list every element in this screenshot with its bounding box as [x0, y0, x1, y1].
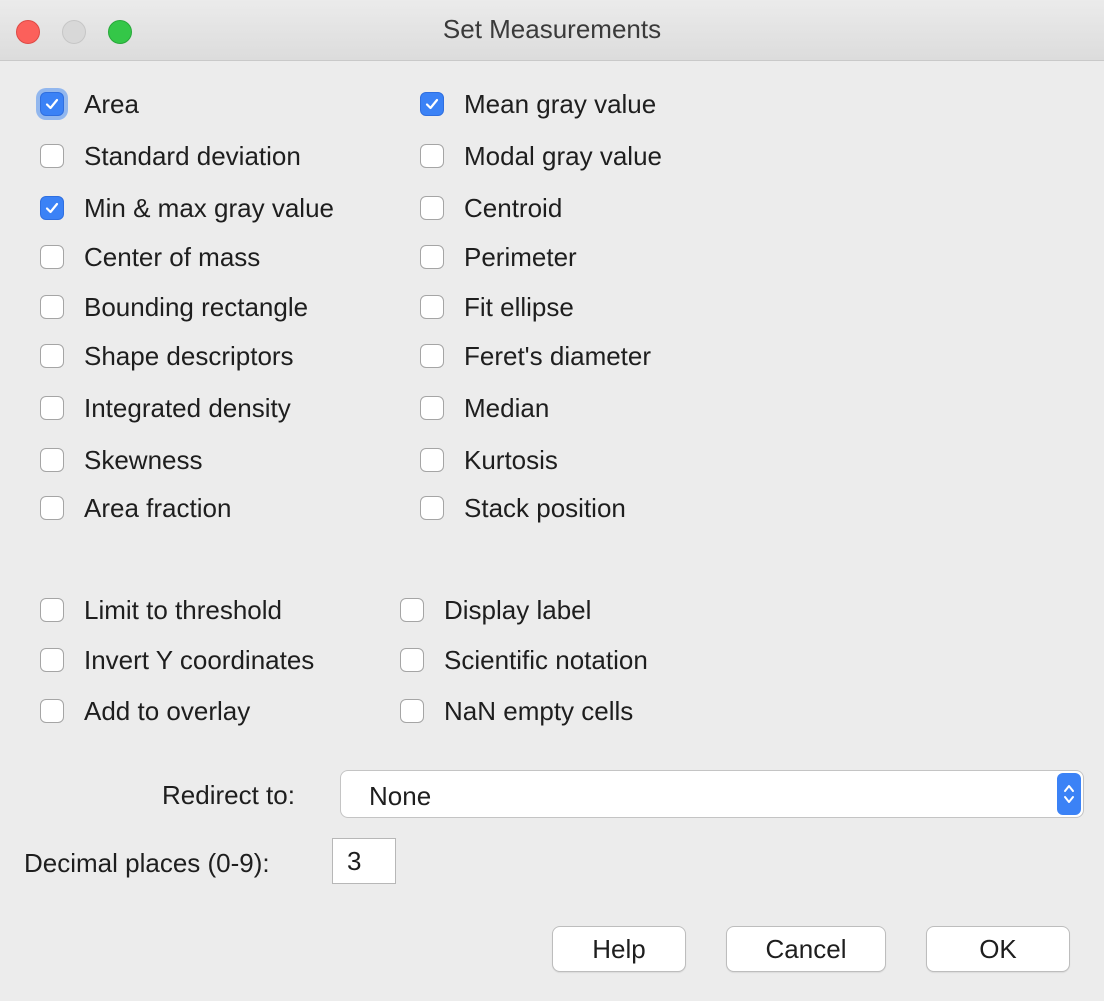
checkbox-display-label[interactable]: Display label — [400, 590, 591, 630]
checkbox-box[interactable] — [40, 295, 64, 319]
checkbox-label: Skewness — [84, 444, 203, 475]
checkbox-box[interactable] — [400, 699, 424, 723]
checkbox-modal-gray-value[interactable]: Modal gray value — [420, 136, 662, 176]
help-button[interactable]: Help — [552, 926, 686, 972]
checkbox-invert-y-coordinates[interactable]: Invert Y coordinates — [40, 640, 314, 680]
checkbox-box[interactable] — [420, 496, 444, 520]
checkbox-box[interactable] — [420, 396, 444, 420]
checkbox-label: Area — [84, 88, 139, 119]
checkbox-label: Mean gray value — [464, 88, 657, 119]
checkbox-label: Modal gray value — [464, 140, 662, 171]
checkbox-integrated-density[interactable]: Integrated density — [40, 388, 291, 428]
checkbox-label: Limit to threshold — [84, 594, 282, 625]
checkbox-shape-descriptors[interactable]: Shape descriptors — [40, 336, 294, 376]
set-measurements-dialog: Set Measurements Area Standard deviation… — [0, 0, 1104, 1001]
checkbox-label: Perimeter — [464, 241, 577, 272]
checkbox-label: Min & max gray value — [84, 192, 334, 223]
checkbox-box[interactable] — [40, 496, 64, 520]
checkbox-box[interactable] — [400, 648, 424, 672]
checkbox-fit-ellipse[interactable]: Fit ellipse — [420, 287, 574, 327]
checkbox-box[interactable] — [420, 245, 444, 269]
checkbox-box[interactable] — [40, 245, 64, 269]
checkbox-label: Display label — [444, 594, 592, 625]
cancel-button[interactable]: Cancel — [726, 926, 886, 972]
checkbox-label: Stack position — [464, 492, 626, 523]
redirect-select[interactable]: None — [340, 770, 1084, 818]
checkbox-box[interactable] — [40, 92, 64, 116]
checkbox-kurtosis[interactable]: Kurtosis — [420, 440, 558, 480]
title-bar: Set Measurements — [0, 0, 1104, 61]
checkbox-label: Scientific notation — [444, 644, 648, 675]
checkbox-bounding-rectangle[interactable]: Bounding rectangle — [40, 287, 308, 327]
checkbox-box[interactable] — [40, 344, 64, 368]
checkbox-label: Shape descriptors — [84, 340, 294, 371]
decimal-places-input[interactable] — [332, 838, 396, 884]
checkbox-label: NaN empty cells — [444, 695, 634, 726]
checkbox-ferets-diameter[interactable]: Feret's diameter — [420, 336, 651, 376]
checkbox-label: Bounding rectangle — [84, 291, 309, 322]
checkbox-box[interactable] — [40, 396, 64, 420]
redirect-label: Redirect to: — [162, 780, 295, 810]
checkbox-box[interactable] — [400, 598, 424, 622]
checkbox-nan-empty-cells[interactable]: NaN empty cells — [400, 691, 633, 731]
checkbox-box[interactable] — [40, 196, 64, 220]
checkbox-box[interactable] — [40, 598, 64, 622]
checkbox-box[interactable] — [40, 448, 64, 472]
checkbox-min-max-gray-value[interactable]: Min & max gray value — [40, 188, 334, 228]
checkbox-label: Centroid — [464, 192, 563, 223]
checkbox-label: Center of mass — [84, 241, 261, 272]
checkbox-scientific-notation[interactable]: Scientific notation — [400, 640, 648, 680]
checkbox-limit-to-threshold[interactable]: Limit to threshold — [40, 590, 282, 630]
checkbox-label: Median — [464, 392, 550, 423]
checkbox-label: Integrated density — [84, 392, 291, 423]
decimal-places-label: Decimal places (0-9): — [24, 848, 270, 878]
checkbox-perimeter[interactable]: Perimeter — [420, 237, 577, 277]
checkbox-box[interactable] — [420, 344, 444, 368]
checkbox-box[interactable] — [420, 92, 444, 116]
checkbox-label: Fit ellipse — [464, 291, 574, 322]
checkbox-label: Add to overlay — [84, 695, 251, 726]
checkbox-area[interactable]: Area — [40, 84, 139, 124]
checkbox-box[interactable] — [40, 699, 64, 723]
checkmark-icon — [45, 98, 59, 110]
redirect-selected-value: None — [369, 781, 432, 811]
window-title: Set Measurements — [442, 14, 662, 44]
checkbox-area-fraction[interactable]: Area fraction — [40, 488, 231, 528]
ok-button[interactable]: OK — [926, 926, 1070, 972]
checkbox-label: Kurtosis — [464, 444, 558, 475]
checkbox-centroid[interactable]: Centroid — [420, 188, 562, 228]
checkbox-box[interactable] — [420, 196, 444, 220]
checkmark-icon — [45, 202, 59, 214]
checkbox-skewness[interactable]: Skewness — [40, 440, 203, 480]
checkbox-median[interactable]: Median — [420, 388, 549, 428]
checkbox-add-to-overlay[interactable]: Add to overlay — [40, 691, 250, 731]
select-stepper-icon[interactable] — [1057, 773, 1081, 815]
checkbox-label: Feret's diameter — [464, 340, 652, 371]
checkbox-box[interactable] — [40, 144, 64, 168]
checkbox-label: Area fraction — [84, 492, 232, 523]
checkbox-label: Standard deviation — [84, 140, 301, 171]
checkbox-box[interactable] — [40, 648, 64, 672]
checkbox-box[interactable] — [420, 144, 444, 168]
checkmark-icon — [425, 98, 439, 110]
checkbox-center-of-mass[interactable]: Center of mass — [40, 237, 260, 277]
checkbox-standard-deviation[interactable]: Standard deviation — [40, 136, 301, 176]
checkbox-mean-gray-value[interactable]: Mean gray value — [420, 84, 656, 124]
checkbox-box[interactable] — [420, 448, 444, 472]
checkbox-stack-position[interactable]: Stack position — [420, 488, 626, 528]
checkbox-label: Invert Y coordinates — [84, 644, 315, 675]
checkbox-box[interactable] — [420, 295, 444, 319]
